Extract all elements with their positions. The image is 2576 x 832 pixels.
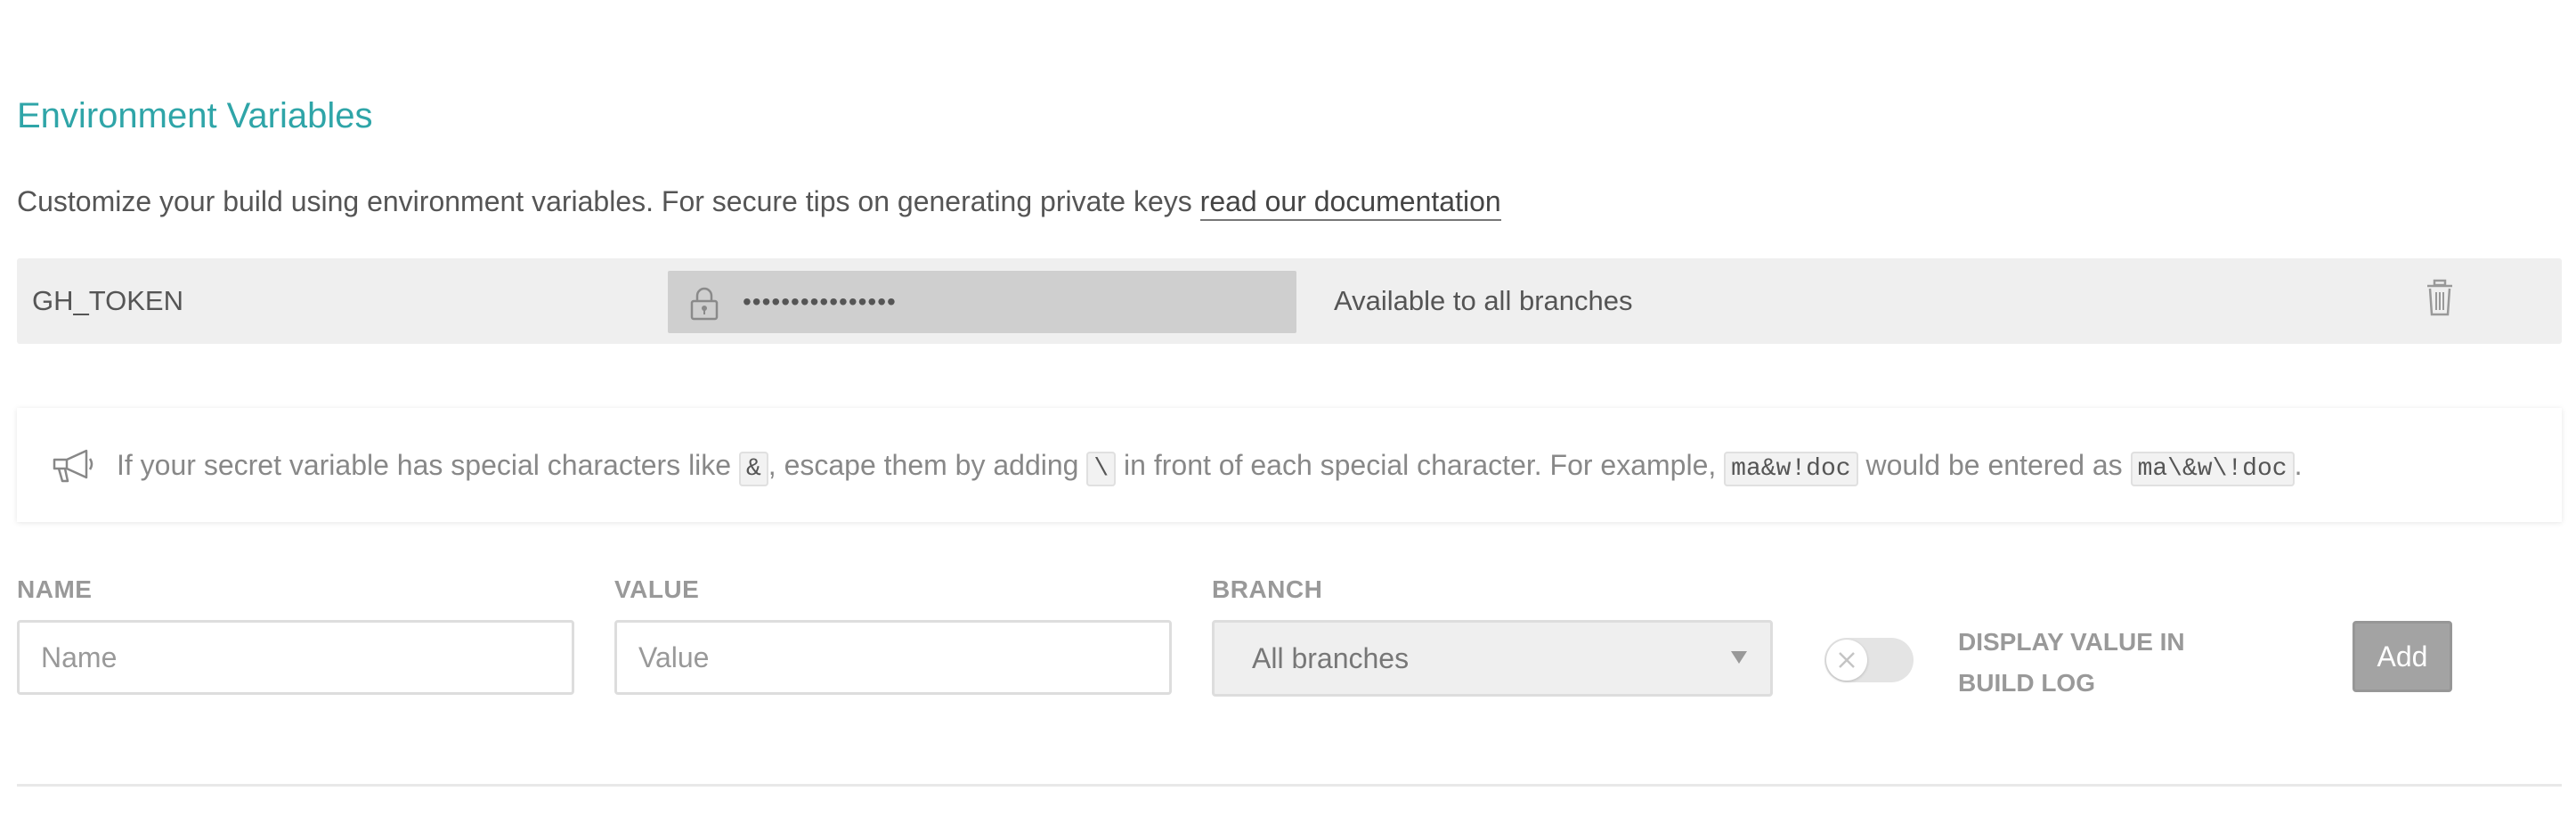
code-example-escaped: ma\&w\!doc: [2130, 452, 2295, 486]
notice-text-part: , escape them by adding: [768, 449, 1087, 481]
megaphone-icon: [53, 449, 93, 483]
caret-down-icon: [1731, 651, 1747, 664]
env-variable-row: GH_TOKEN •••••••••••••••• Available to a…: [17, 258, 2562, 344]
toggle-knob: [1826, 640, 1867, 681]
value-input[interactable]: [614, 620, 1172, 695]
notice-text-part: would be entered as: [1857, 449, 2131, 481]
notice-text-part: If your secret variable has special char…: [117, 449, 739, 481]
masked-value-text: ••••••••••••••••: [743, 288, 897, 315]
env-variable-name: GH_TOKEN: [32, 285, 183, 316]
branch-label: BRANCH: [1212, 575, 1323, 603]
code-example-raw: ma&w!doc: [1724, 452, 1858, 486]
close-icon: [1839, 652, 1855, 668]
display-value-toggle-label: DISPLAY VALUE IN BUILD LOG: [1958, 628, 2185, 697]
code-backslash: \: [1086, 452, 1117, 486]
display-value-toggle[interactable]: [1824, 638, 1914, 682]
intro-description: Customize your build using environment v…: [17, 185, 1200, 217]
intro-text: Customize your build using environment v…: [17, 185, 1501, 221]
trash-icon[interactable]: [2425, 278, 2455, 317]
notice-text-part: .: [2294, 449, 2303, 481]
notice-text: If your secret variable has special char…: [117, 408, 2302, 526]
branch-select[interactable]: All branches: [1212, 620, 1773, 697]
value-label: VALUE: [614, 575, 700, 603]
environment-variables-settings: Environment Variables Customize your bui…: [0, 0, 2576, 832]
notice-text-part: in front of each special character. For …: [1116, 449, 1725, 481]
name-label: NAME: [17, 575, 93, 603]
section-title: Environment Variables: [17, 96, 373, 135]
code-ampersand: &: [738, 452, 768, 486]
lock-icon: [690, 287, 719, 321]
add-button[interactable]: Add: [2353, 621, 2452, 692]
special-characters-notice: If your secret variable has special char…: [17, 408, 2562, 522]
documentation-link[interactable]: read our documentation: [1199, 185, 1501, 221]
branch-select-value: All branches: [1252, 642, 1410, 674]
divider: [17, 784, 2562, 787]
env-variable-masked-value: ••••••••••••••••: [668, 271, 1296, 333]
name-input[interactable]: [17, 620, 574, 695]
env-variable-branch: Available to all branches: [1334, 285, 1633, 316]
